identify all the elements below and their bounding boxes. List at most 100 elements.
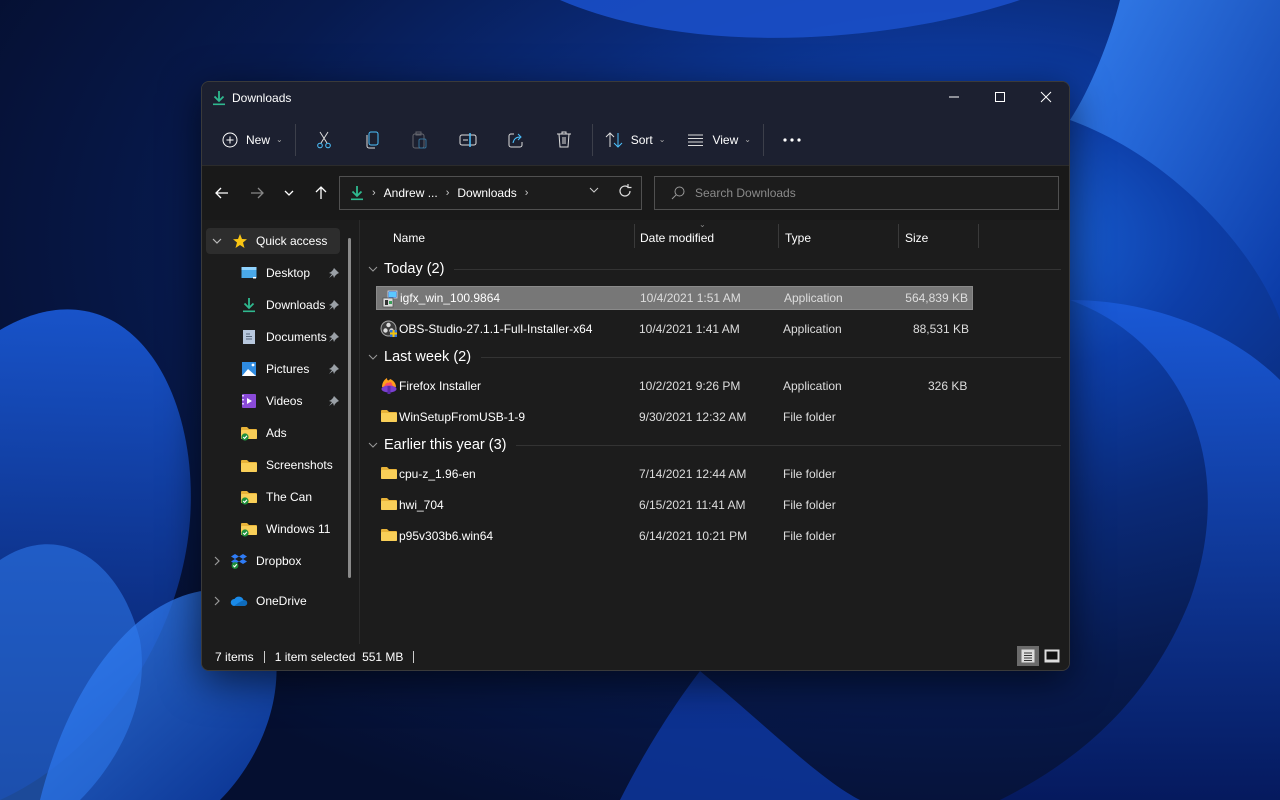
nav-item-dropbox[interactable]: Dropbox bbox=[206, 548, 340, 574]
file-row[interactable]: cpu-z_1.96-en 7/14/2021 12:44 AM File fo… bbox=[376, 462, 973, 486]
chevron-down-icon[interactable] bbox=[368, 440, 382, 451]
file-row[interactable]: hwi_704 6/15/2021 11:41 AM File folder bbox=[376, 493, 973, 517]
column-date-modified[interactable]: Date modified bbox=[640, 226, 714, 250]
forward-button[interactable] bbox=[241, 177, 273, 209]
column-size[interactable]: Size bbox=[905, 226, 928, 250]
pin-icon[interactable] bbox=[328, 267, 340, 279]
paste-button[interactable] bbox=[396, 122, 444, 158]
copy-button[interactable] bbox=[348, 122, 396, 158]
view-button[interactable]: View ⌄ bbox=[679, 122, 759, 158]
refresh-button[interactable] bbox=[617, 183, 633, 202]
details-view-button[interactable] bbox=[1017, 646, 1039, 666]
group-header[interactable]: Today (2) bbox=[368, 258, 1061, 280]
group-header[interactable]: Earlier this year (3) bbox=[368, 434, 1061, 456]
nav-item-ads[interactable]: Ads bbox=[206, 420, 340, 446]
search-box[interactable] bbox=[654, 176, 1059, 210]
group-label: Today (2) bbox=[384, 261, 445, 277]
file-type: File folder bbox=[783, 529, 836, 543]
column-divider[interactable] bbox=[978, 224, 979, 248]
file-row[interactable]: WinSetupFromUSB-1-9 9/30/2021 12:32 AM F… bbox=[376, 405, 973, 429]
column-name[interactable]: Name bbox=[393, 226, 425, 250]
chevron-right-icon[interactable]: › bbox=[525, 187, 529, 199]
large-icons-view-button[interactable] bbox=[1041, 646, 1063, 666]
chevron-right-icon[interactable] bbox=[214, 556, 220, 566]
file-row[interactable]: igfx_win_100.9864 10/4/2021 1:51 AM Appl… bbox=[376, 286, 973, 310]
minimize-button[interactable] bbox=[931, 82, 977, 112]
nav-item-screenshots[interactable]: Screenshots bbox=[206, 452, 340, 478]
new-label: New bbox=[246, 132, 271, 147]
address-history-dropdown[interactable] bbox=[589, 185, 599, 196]
rename-button[interactable] bbox=[444, 122, 492, 158]
new-button[interactable]: New ⌄ bbox=[214, 122, 291, 158]
nav-item-downloads[interactable]: Downloads bbox=[206, 292, 340, 318]
maximize-button[interactable] bbox=[977, 82, 1023, 112]
breadcrumb-downloads[interactable]: Downloads bbox=[457, 186, 516, 200]
breadcrumb-user[interactable]: Andrew ... bbox=[384, 186, 438, 200]
up-button[interactable] bbox=[305, 177, 337, 209]
group-label: Earlier this year (3) bbox=[384, 437, 507, 453]
nav-label: Desktop bbox=[266, 266, 311, 280]
minimize-icon bbox=[949, 96, 959, 98]
file-row[interactable]: p95v303b6.win64 6/14/2021 10:21 PM File … bbox=[376, 524, 973, 548]
more-options-button[interactable] bbox=[768, 122, 816, 158]
pin-icon[interactable] bbox=[328, 299, 340, 311]
details-view-icon bbox=[1021, 649, 1035, 663]
pin-icon[interactable] bbox=[328, 331, 340, 343]
address-bar[interactable]: › Andrew ... › Downloads › bbox=[339, 176, 642, 210]
sort-icon bbox=[605, 131, 623, 148]
nav-item-windows-11[interactable]: Windows 11 bbox=[206, 516, 340, 542]
nav-item-the-can[interactable]: The Can bbox=[206, 484, 340, 510]
nav-label: OneDrive bbox=[256, 594, 307, 608]
nav-item-pictures[interactable]: Pictures bbox=[206, 356, 340, 382]
close-button[interactable] bbox=[1023, 82, 1069, 112]
column-divider[interactable] bbox=[778, 224, 779, 248]
file-name: OBS-Studio-27.1.1-Full-Installer-x64 bbox=[399, 322, 593, 336]
column-type[interactable]: Type bbox=[785, 226, 811, 250]
file-date-modified: 10/4/2021 1:41 AM bbox=[639, 322, 740, 336]
nav-pane-scrollbar[interactable] bbox=[348, 238, 351, 578]
nav-item-desktop[interactable]: Desktop bbox=[206, 260, 340, 286]
file-date-modified: 6/15/2021 11:41 AM bbox=[639, 498, 746, 512]
divider bbox=[413, 651, 415, 663]
file-type: File folder bbox=[783, 498, 836, 512]
back-button[interactable] bbox=[206, 177, 238, 209]
recent-locations-button[interactable] bbox=[273, 177, 305, 209]
nav-quick-access[interactable]: Quick access bbox=[206, 228, 340, 254]
folder-icon bbox=[380, 408, 398, 426]
chevron-right-icon[interactable] bbox=[214, 596, 220, 606]
pin-icon[interactable] bbox=[328, 363, 340, 375]
nav-label: Quick access bbox=[256, 234, 328, 248]
pictures-icon bbox=[240, 361, 258, 377]
file-row[interactable]: OBS-Studio-27.1.1-Full-Installer-x64 10/… bbox=[376, 317, 973, 341]
window-title: Downloads bbox=[232, 91, 292, 105]
pin-icon[interactable] bbox=[328, 395, 340, 407]
file-row[interactable]: Firefox Installer 10/2/2021 9:26 PM Appl… bbox=[376, 374, 973, 398]
nav-item-documents[interactable]: Documents bbox=[206, 324, 340, 350]
paste-icon bbox=[412, 131, 427, 148]
share-button[interactable] bbox=[492, 122, 540, 158]
delete-button[interactable] bbox=[540, 122, 588, 158]
sort-button[interactable]: Sort ⌄ bbox=[597, 122, 674, 158]
title-bar[interactable]: Downloads bbox=[202, 82, 1069, 114]
chevron-right-icon: › bbox=[372, 187, 376, 199]
chevron-down-icon[interactable] bbox=[368, 264, 382, 275]
column-divider[interactable] bbox=[898, 224, 899, 248]
file-date-modified: 10/2/2021 9:26 PM bbox=[639, 379, 741, 393]
divider bbox=[591, 123, 593, 156]
status-bar: 7 items 1 item selected 551 MB bbox=[202, 644, 1069, 670]
chevron-down-icon[interactable] bbox=[368, 352, 382, 363]
maximize-icon bbox=[995, 92, 1005, 102]
file-name: Firefox Installer bbox=[399, 379, 482, 393]
chevron-down-icon[interactable] bbox=[212, 238, 222, 244]
column-divider[interactable] bbox=[634, 224, 635, 248]
chevron-down-icon bbox=[284, 190, 294, 196]
onedrive-icon bbox=[230, 595, 248, 607]
cut-button[interactable] bbox=[300, 122, 348, 158]
nav-item-onedrive[interactable]: OneDrive bbox=[206, 588, 340, 614]
group-label: Last week (2) bbox=[384, 349, 472, 365]
divider bbox=[263, 651, 265, 663]
group-header[interactable]: Last week (2) bbox=[368, 346, 1061, 368]
nav-label: Ads bbox=[266, 426, 287, 440]
nav-item-videos[interactable]: Videos bbox=[206, 388, 340, 414]
search-input[interactable] bbox=[695, 186, 1025, 200]
